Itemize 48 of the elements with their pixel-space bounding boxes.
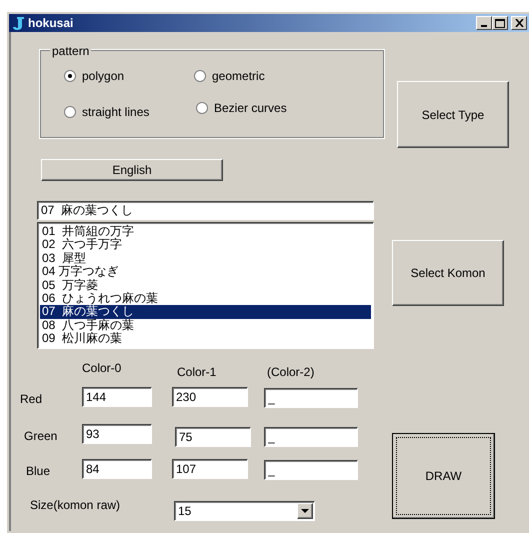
radio-label[interactable]: polygon — [82, 67, 124, 85]
row-label: Red — [20, 391, 42, 408]
close-button[interactable] — [511, 16, 527, 30]
list-item[interactable]: 08 八つ手麻の葉 — [40, 318, 371, 332]
row-label: Green — [24, 428, 58, 445]
list-item[interactable]: 06 ひょうれつ麻の葉 — [40, 292, 371, 306]
draw-button[interactable]: DRAW — [392, 433, 495, 519]
size-value: 15 — [178, 503, 192, 520]
color-field[interactable]: _ — [264, 388, 358, 408]
radio-label[interactable]: straight lines — [82, 103, 150, 121]
language-button[interactable]: English — [41, 159, 223, 181]
radio-label[interactable]: geometric — [212, 67, 265, 85]
color-field[interactable]: 84 — [82, 459, 152, 479]
list-item[interactable]: 09 松川麻の葉 — [40, 332, 371, 346]
list-item[interactable]: 07 麻の葉つくし — [40, 305, 371, 319]
color-field[interactable]: 93 — [82, 424, 152, 444]
row-label: Blue — [26, 463, 50, 480]
list-item[interactable]: 01 井筒組の万字 — [40, 225, 371, 238]
maximize-icon — [495, 18, 505, 28]
radio-label[interactable]: Bezier curves — [214, 99, 287, 117]
list-item[interactable]: 05 万字菱 — [40, 278, 371, 292]
radio-button[interactable] — [196, 102, 208, 114]
minimize-button[interactable] — [476, 16, 492, 30]
column-header: Color-0 — [82, 360, 122, 377]
list-item[interactable]: 04 万字つなぎ — [40, 265, 371, 279]
close-icon — [514, 19, 524, 27]
window-title: hokusai — [28, 15, 74, 32]
color-field[interactable]: _ — [264, 427, 358, 447]
list-box[interactable]: 01 井筒組の万字 02 六つ手万字 03 犀型 04 万字つなぎ 05 万字菱 06 ひょうれつ麻の葉 07 麻の葉つくし 08 八つ手麻の葉 09 松川麻の葉 — [37, 222, 374, 349]
radio-button[interactable] — [194, 70, 206, 82]
maximize-button[interactable] — [492, 16, 508, 30]
color-field[interactable]: 144 — [82, 387, 152, 407]
color-field[interactable]: 107 — [172, 459, 248, 479]
list-item[interactable]: 03 犀型 — [40, 252, 371, 266]
color-field[interactable]: _ — [264, 460, 358, 480]
list-item[interactable]: 02 六つ手万字 — [40, 238, 371, 252]
color-field[interactable]: 75 — [175, 427, 251, 447]
color-field[interactable]: 230 — [172, 387, 248, 407]
select-komon-button[interactable]: Select Komon — [392, 240, 504, 306]
app-icon — [11, 16, 25, 30]
size-label: Size(komon raw) — [30, 497, 120, 514]
select-type-button[interactable]: Select Type — [397, 81, 509, 148]
column-header: Color-1 — [177, 364, 216, 381]
radio-button[interactable] — [64, 106, 76, 118]
size-dropdown[interactable]: 15 — [174, 501, 315, 521]
combo-field[interactable]: 07 麻の葉つくし — [37, 201, 374, 220]
radio-button[interactable] — [64, 70, 76, 82]
column-header: (Color-2) — [267, 364, 314, 381]
